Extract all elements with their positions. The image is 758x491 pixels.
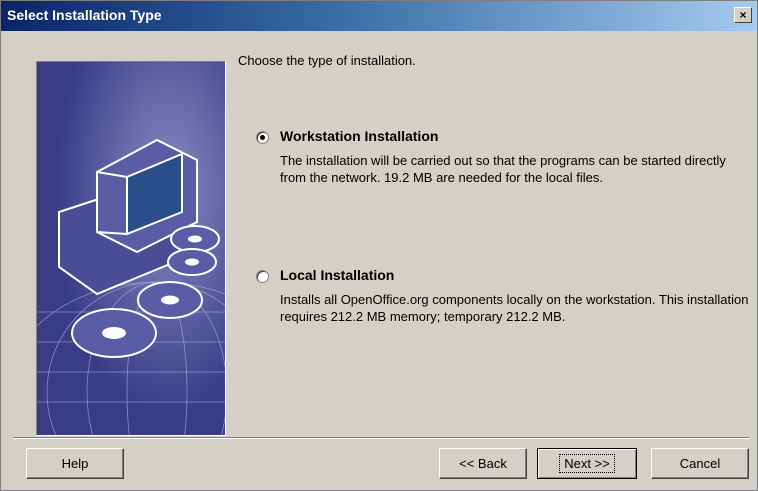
help-button[interactable]: Help [26, 448, 124, 479]
next-button-label: Next >> [559, 454, 615, 473]
close-icon: × [739, 8, 747, 22]
next-button[interactable]: Next >> [537, 448, 637, 479]
instruction-text: Choose the type of installation. [238, 53, 416, 68]
workstation-label[interactable]: Workstation Installation [280, 128, 438, 144]
local-radio[interactable] [256, 270, 269, 283]
workstation-radio[interactable] [256, 131, 269, 144]
radio-selected-dot [260, 135, 265, 140]
installer-illustration [36, 61, 226, 436]
window-title: Select Installation Type [7, 7, 162, 23]
local-description: Installs all OpenOffice.org components l… [280, 292, 749, 324]
title-bar[interactable]: Select Installation Type × [1, 1, 757, 31]
workstation-description: The installation will be carried out so … [280, 153, 726, 185]
local-label[interactable]: Local Installation [280, 267, 394, 283]
computer-discs-illustration [37, 62, 225, 435]
cancel-button[interactable]: Cancel [651, 448, 749, 479]
back-button[interactable]: << Back [439, 448, 527, 479]
close-button[interactable]: × [734, 7, 752, 23]
installer-dialog: Select Installation Type × Choose the ty… [0, 0, 758, 491]
footer-divider [13, 437, 749, 439]
